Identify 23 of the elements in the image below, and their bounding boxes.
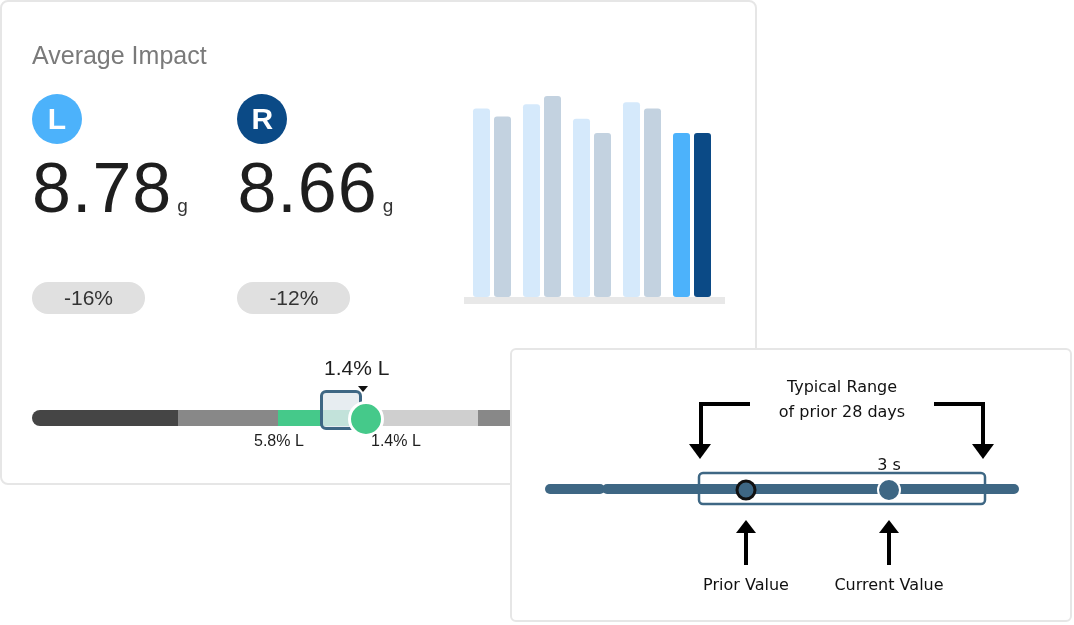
- side-badge: L: [32, 94, 82, 144]
- prior-value-dot: [735, 479, 757, 501]
- range-caption: Typical Range of prior 28 days: [778, 376, 906, 423]
- range-high-label: 1.4% L: [371, 432, 421, 450]
- change-pill: -16%: [32, 282, 145, 314]
- bracket-arrow: [689, 402, 750, 459]
- marker-label: 1.4% L: [324, 356, 390, 380]
- current-value-dot: [877, 478, 901, 502]
- unit-label: g: [177, 195, 188, 217]
- prior-value-label: Prior Value: [703, 574, 789, 596]
- card-title: Average Impact: [32, 40, 208, 70]
- side-badge: R: [237, 94, 288, 144]
- impact-value: 8.78: [32, 150, 173, 226]
- current-reading: 3 s: [877, 454, 901, 476]
- unit-label: g: [382, 195, 394, 217]
- impact-value: 8.66: [237, 150, 378, 226]
- pointer-icon: [358, 386, 368, 392]
- bracket-arrow: [934, 402, 994, 459]
- range-low-label: 5.8% L: [254, 432, 304, 450]
- up-arrow: [879, 520, 899, 565]
- up-arrow: [736, 520, 756, 565]
- current-value-label: Current Value: [834, 574, 944, 596]
- change-pill: -12%: [237, 282, 351, 314]
